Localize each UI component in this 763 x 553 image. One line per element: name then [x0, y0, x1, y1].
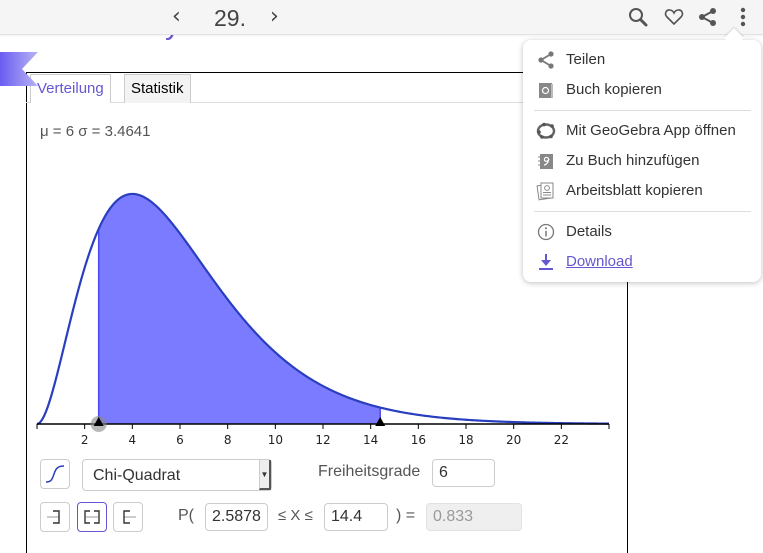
dropdown-arrow-icon: ▼	[259, 460, 271, 490]
degrees-of-freedom-input[interactable]	[432, 459, 495, 487]
download-icon	[539, 254, 553, 270]
more-options-menu: Teilen Buch kopieren Mit GeoGebra App öf…	[523, 40, 761, 282]
degrees-of-freedom-label: Freiheitsgrade	[318, 463, 421, 480]
menu-item-label: Mit GeoGebra App öffnen	[566, 122, 736, 139]
right-sided-icon	[123, 510, 136, 524]
copy-worksheet-icon	[536, 182, 554, 201]
geogebra-app-icon	[536, 122, 556, 139]
probability-result	[426, 503, 522, 531]
x-tick-label: 14	[363, 433, 378, 447]
x-tick-label: 4	[129, 433, 137, 447]
previous-page-button[interactable]: ‹	[172, 4, 181, 29]
x-range-label: ≤ X ≤	[278, 507, 313, 524]
x-tick-label: 12	[315, 433, 330, 447]
left-sided-button[interactable]	[40, 502, 70, 532]
lower-bound-input[interactable]	[205, 503, 268, 531]
cumulative-toggle-button[interactable]	[40, 459, 70, 489]
x-tick-label: 20	[506, 433, 521, 447]
menu-divider	[534, 110, 751, 111]
info-icon	[537, 223, 555, 241]
x-tick-label: 16	[411, 433, 426, 447]
menu-item-label: Arbeitsblatt kopieren	[566, 182, 703, 199]
x-tick-label: 8	[224, 433, 232, 447]
menu-item-label: Teilen	[566, 51, 606, 68]
page-number: 29.	[214, 5, 246, 31]
right-sided-button[interactable]	[113, 502, 143, 532]
download-link: Download	[566, 253, 633, 270]
probability-prefix-label: P(	[178, 507, 194, 524]
interval-icon	[84, 510, 100, 524]
share-icon	[538, 51, 554, 69]
cdf-curve-icon	[45, 465, 65, 483]
equals-label: ) =	[396, 507, 416, 524]
distribution-select-value: Chi-Quadrat	[93, 467, 181, 484]
upper-bound-input[interactable]	[324, 503, 388, 531]
menu-item-download[interactable]: Download	[523, 247, 761, 277]
menu-item-geogebra-app[interactable]: Mit GeoGebra App öffnen	[523, 116, 761, 146]
menu-item-teilen[interactable]: Teilen	[523, 45, 761, 75]
menu-item-label: Buch kopieren	[566, 81, 662, 98]
left-sided-icon	[47, 510, 60, 524]
more-vertical-icon[interactable]	[732, 6, 754, 28]
menu-item-details[interactable]: Details	[523, 217, 761, 247]
tab-verteilung[interactable]: Verteilung	[30, 74, 111, 103]
copy-book-icon	[539, 83, 553, 98]
x-tick-label: 22	[554, 433, 569, 447]
shaded-probability-area	[98, 193, 381, 424]
menu-item-label: Details	[566, 223, 612, 240]
menu-item-arbeitsblatt-kopieren[interactable]: Arbeitsblatt kopieren	[523, 176, 761, 206]
x-tick-label: 6	[176, 433, 184, 447]
menu-divider	[534, 211, 751, 212]
share-icon[interactable]	[697, 6, 719, 28]
distribution-select[interactable]: Chi-Quadrat ▼	[82, 459, 272, 491]
interval-button[interactable]	[77, 502, 107, 532]
top-bar: ‹ 29. ›	[0, 0, 763, 35]
tab-statistik[interactable]: Statistik	[124, 74, 191, 103]
x-tick-label: 2	[81, 433, 89, 447]
distribution-stats: μ = 6 σ = 3.4641	[40, 123, 151, 140]
menu-item-zu-buch-hinzufuegen[interactable]: Zu Buch hinzufügen	[523, 146, 761, 176]
next-page-button[interactable]: ›	[270, 4, 279, 29]
search-icon[interactable]	[627, 6, 649, 28]
menu-item-label: Zu Buch hinzufügen	[566, 152, 700, 169]
x-tick-label: 18	[458, 433, 473, 447]
heart-icon[interactable]	[663, 6, 685, 28]
x-tick-label: 10	[268, 433, 283, 447]
bookmark-ribbon-icon	[0, 52, 38, 86]
add-to-book-icon	[538, 154, 553, 169]
menu-item-buch-kopieren[interactable]: Buch kopieren	[523, 75, 761, 105]
